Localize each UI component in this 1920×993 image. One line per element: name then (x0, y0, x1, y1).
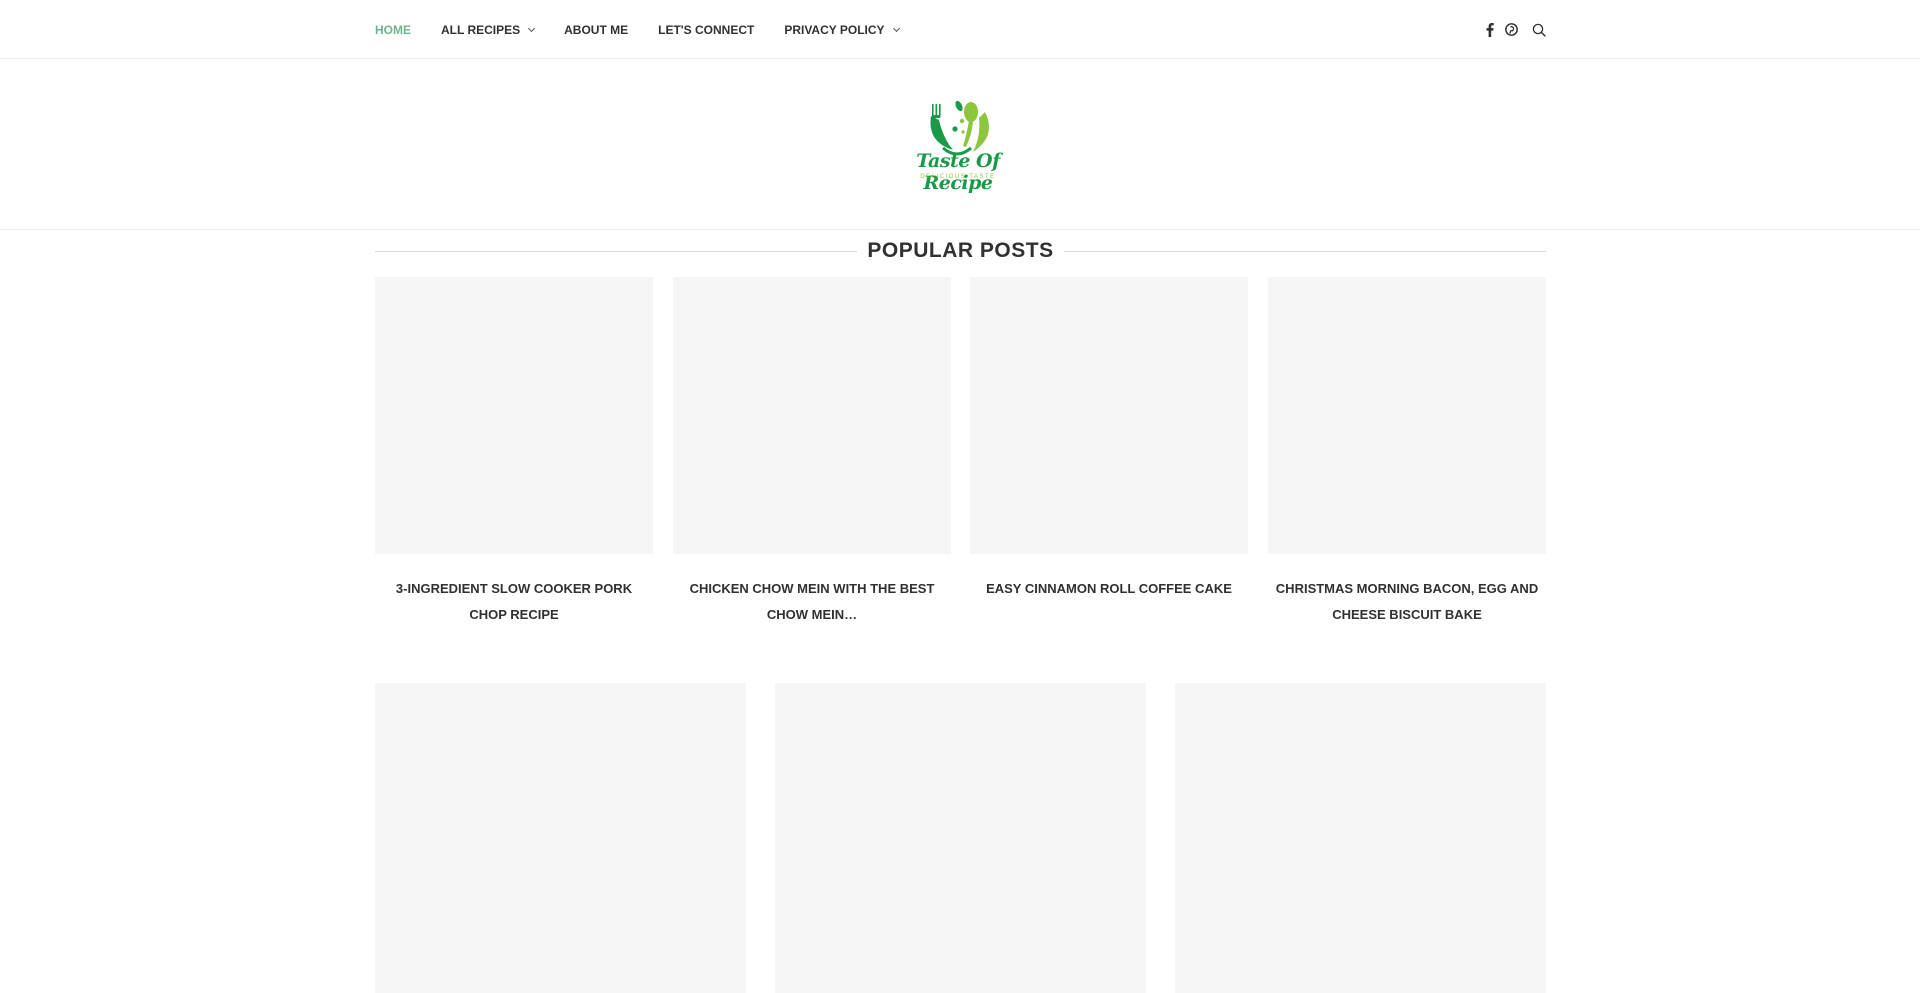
search-icon[interactable] (1532, 23, 1546, 37)
pinterest-icon[interactable] (1504, 23, 1518, 37)
logo-name: Taste Of Recipe (916, 150, 1000, 194)
main-menu: HOME ALL RECIPES ABOUT ME LET'S CONNECT … (375, 0, 929, 59)
popular-posts-heading: POPULAR POSTS (375, 236, 1546, 266)
post-thumbnail[interactable] (375, 277, 653, 554)
featured-post-thumbnail[interactable] (1175, 683, 1546, 993)
post-thumbnail[interactable] (970, 277, 1248, 554)
featured-post-thumbnail[interactable] (375, 683, 746, 993)
top-navigation-bar: HOME ALL RECIPES ABOUT ME LET'S CONNECT … (0, 0, 1920, 59)
post-thumbnail[interactable] (1268, 277, 1546, 554)
header-social-icons (1476, 0, 1546, 59)
nav-item-all-recipes[interactable]: ALL RECIPES (441, 22, 536, 37)
site-header: Taste Of Recipe DELICIOUS TASTE (0, 60, 1920, 230)
nav-item-home[interactable]: HOME (375, 23, 411, 37)
popular-post-card: 3-INGREDIENT SLOW COOKER PORK CHOP RECIP… (375, 277, 653, 628)
nav-item-label: LET'S CONNECT (658, 22, 755, 37)
nav-item-label: HOME (375, 22, 411, 37)
logo-tagline: DELICIOUS TASTE (920, 174, 996, 180)
chevron-down-icon (892, 24, 900, 32)
nav-item-about-me[interactable]: ABOUT ME (564, 23, 628, 37)
post-title-link[interactable]: CHRISTMAS MORNING BACON, EGG AND CHEESE … (1268, 576, 1546, 628)
post-title-link[interactable]: CHICKEN CHOW MEIN WITH THE BEST CHOW MEI… (673, 576, 951, 628)
post-title-link[interactable]: EASY CINNAMON ROLL COFFEE CAKE (970, 576, 1248, 602)
nav-item-privacy-policy[interactable]: PRIVACY POLICY (784, 22, 900, 37)
nav-item-label: ABOUT ME (564, 22, 629, 37)
popular-post-card: EASY CINNAMON ROLL COFFEE CAKE (970, 277, 1248, 602)
chevron-down-icon (528, 24, 536, 32)
site-logo[interactable]: Taste Of Recipe DELICIOUS TASTE (893, 94, 1023, 194)
nav-item-lets-connect[interactable]: LET'S CONNECT (658, 23, 754, 37)
nav-item-label: PRIVACY POLICY (784, 22, 885, 37)
post-thumbnail[interactable] (673, 277, 951, 554)
post-title-link[interactable]: 3-INGREDIENT SLOW COOKER PORK CHOP RECIP… (375, 576, 653, 628)
heading-divider-right (1064, 251, 1546, 252)
nav-item-label: ALL RECIPES (441, 22, 521, 37)
featured-post-thumbnail[interactable] (775, 683, 1146, 993)
popular-post-card: CHICKEN CHOW MEIN WITH THE BEST CHOW MEI… (673, 277, 951, 628)
popular-post-card: CHRISTMAS MORNING BACON, EGG AND CHEESE … (1268, 277, 1546, 628)
top-navigation-inner: HOME ALL RECIPES ABOUT ME LET'S CONNECT … (375, 0, 1546, 59)
facebook-icon[interactable] (1483, 22, 1497, 37)
